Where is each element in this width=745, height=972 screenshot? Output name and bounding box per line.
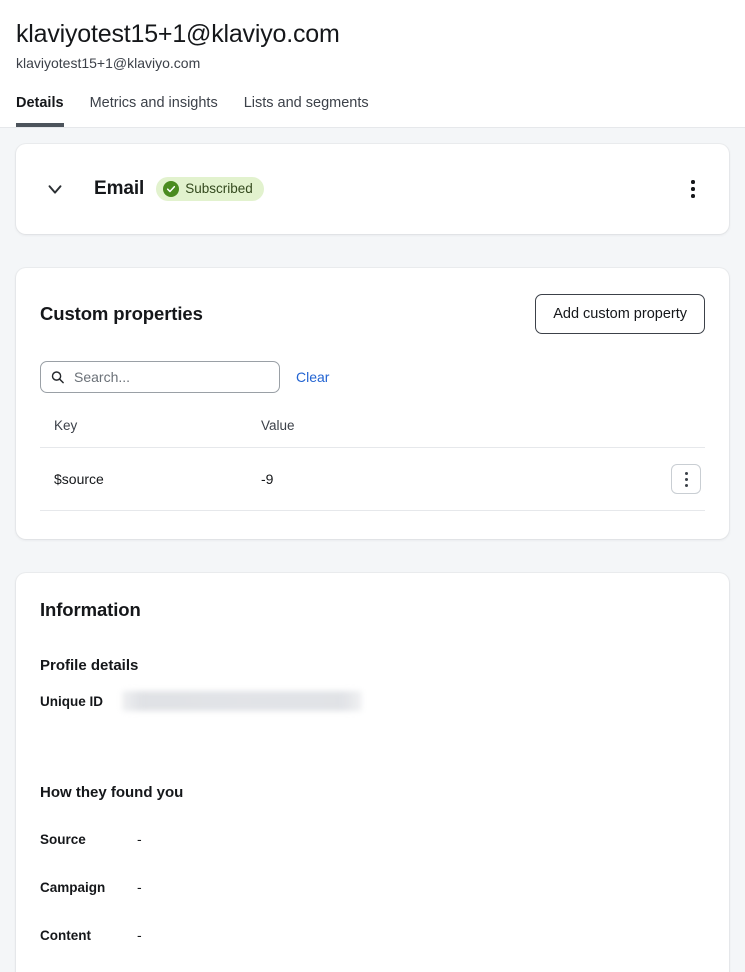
property-key: $source bbox=[40, 448, 261, 511]
profile-details-heading: Profile details bbox=[40, 657, 705, 674]
tab-details[interactable]: Details bbox=[16, 93, 64, 127]
how-they-found-you-heading: How they found you bbox=[40, 784, 705, 801]
property-actions-cell bbox=[645, 448, 705, 511]
column-header-actions bbox=[645, 418, 705, 448]
custom-properties-search-row: Clear bbox=[40, 361, 705, 393]
profile-header: klaviyotest15+1@klaviyo.com klaviyotest1… bbox=[0, 0, 745, 128]
kebab-dot bbox=[691, 194, 695, 198]
custom-properties-header: Custom properties Add custom property bbox=[40, 294, 705, 334]
kebab-menu-icon[interactable] bbox=[677, 173, 709, 205]
kebab-dot bbox=[691, 187, 695, 191]
custom-properties-card: Custom properties Add custom property Cl… bbox=[16, 268, 729, 539]
field-value-content: - bbox=[137, 927, 142, 943]
column-header-key: Key bbox=[40, 418, 261, 448]
kebab-dot bbox=[685, 478, 688, 481]
column-header-value: Value bbox=[261, 418, 645, 448]
chevron-down-icon[interactable] bbox=[38, 172, 72, 206]
email-channel-label: Email bbox=[94, 178, 144, 200]
field-row-content: Content - bbox=[40, 925, 705, 945]
custom-properties-table: Key Value $source -9 bbox=[40, 418, 705, 511]
table-header-row: Key Value bbox=[40, 418, 705, 448]
information-card: Information Profile details Unique ID Ho… bbox=[16, 573, 729, 972]
check-circle-icon bbox=[163, 181, 179, 197]
email-channel-card: Email Subscribed bbox=[16, 144, 729, 234]
table-row: $source -9 bbox=[40, 448, 705, 511]
property-value: -9 bbox=[261, 448, 645, 511]
field-label-source: Source bbox=[40, 832, 137, 847]
field-value-source: - bbox=[137, 831, 142, 847]
field-label-unique-id: Unique ID bbox=[40, 694, 122, 709]
kebab-dot bbox=[691, 180, 695, 184]
field-row-campaign: Campaign - bbox=[40, 877, 705, 897]
status-badge: Subscribed bbox=[156, 177, 264, 201]
custom-properties-title: Custom properties bbox=[40, 303, 203, 325]
page-body: Email Subscribed Custom properties Add c… bbox=[0, 128, 745, 972]
add-custom-property-button[interactable]: Add custom property bbox=[535, 294, 705, 334]
page-title: klaviyotest15+1@klaviyo.com bbox=[16, 18, 729, 50]
field-row-source: Source - bbox=[40, 829, 705, 849]
field-value-campaign: - bbox=[137, 879, 142, 895]
field-row-unique-id: Unique ID bbox=[40, 691, 705, 711]
profile-email-subtitle: klaviyotest15+1@klaviyo.com bbox=[16, 53, 729, 73]
search-input[interactable] bbox=[40, 361, 280, 393]
redacted-unique-id-value bbox=[122, 691, 362, 711]
field-label-content: Content bbox=[40, 928, 137, 943]
kebab-menu-icon[interactable] bbox=[671, 464, 701, 494]
search-field-wrapper bbox=[40, 361, 280, 393]
information-title: Information bbox=[40, 599, 705, 621]
kebab-dot bbox=[685, 472, 688, 475]
tab-lists-and-segments[interactable]: Lists and segments bbox=[244, 93, 369, 127]
status-badge-label: Subscribed bbox=[185, 181, 253, 197]
kebab-dot bbox=[685, 484, 688, 487]
tab-bar: Details Metrics and insights Lists and s… bbox=[16, 93, 729, 127]
clear-search-link[interactable]: Clear bbox=[296, 369, 329, 385]
tab-metrics-and-insights[interactable]: Metrics and insights bbox=[90, 93, 218, 127]
field-label-campaign: Campaign bbox=[40, 880, 137, 895]
